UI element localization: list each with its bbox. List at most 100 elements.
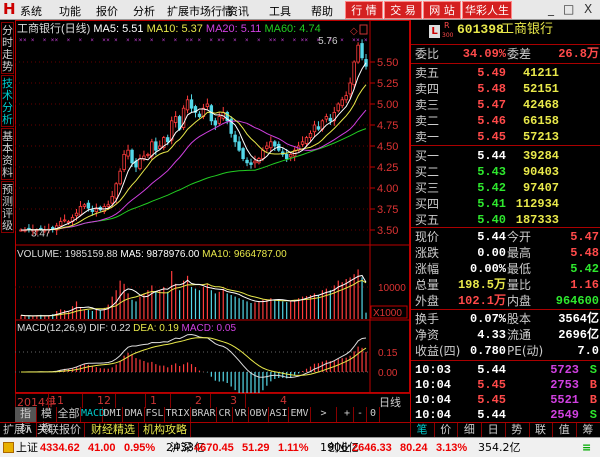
index-cy-name[interactable]: 创业	[328, 439, 350, 457]
price-tick: 5.50	[377, 57, 398, 69]
ask-volume: 57213	[522, 130, 559, 144]
indicator-tab[interactable]: 全部	[57, 407, 81, 422]
badge-n: 300	[442, 32, 454, 39]
tab-rating[interactable]: 预测评级	[1, 181, 14, 233]
ext-tab[interactable]: 关联报价	[34, 423, 85, 438]
menu-item[interactable]: 帮助	[311, 3, 333, 19]
indicator-tab[interactable]: EMV	[289, 407, 311, 422]
ext-tab[interactable]: 财经精选	[88, 423, 139, 438]
indicator-tab[interactable]: DMI	[103, 407, 123, 422]
fundamental-row: 收益(四) 0.780 PE(动) 7.0	[411, 343, 600, 359]
menu-item[interactable]: 报价	[96, 3, 118, 19]
fund-label: 净资	[415, 328, 440, 342]
ext-tab[interactable]: 机构攻略	[140, 423, 191, 438]
date-tick	[245, 394, 246, 408]
price-tick: 3.75	[377, 204, 398, 216]
minimize-button[interactable]: _	[548, 2, 554, 16]
signal-marker: ×	[126, 38, 130, 44]
ask-row: 卖五 5.49 41211	[411, 65, 600, 81]
weibi-row: 委比 34.09% 委差 26.8万	[411, 46, 600, 62]
price-tick: 5.00	[377, 99, 398, 111]
bid-label: 买三	[415, 181, 440, 195]
date-tick	[82, 394, 83, 408]
legend-ma60: MA60: 4.74	[264, 23, 320, 35]
signal-marker: ×	[209, 38, 213, 44]
signal-marker: ×	[174, 38, 178, 44]
indicator-tab[interactable]: BRAR	[191, 407, 217, 422]
indicator-tab[interactable]: 0	[367, 407, 380, 422]
status-bar: 上证 4334.62 41.00 0.95% 2433亿 沪深 4670.45 51.29 1.…	[0, 437, 600, 457]
stock-code: 601398	[457, 22, 504, 37]
tick-row: 10:04 5.44 2549 S	[411, 407, 600, 423]
fund-value: 7.0	[577, 344, 599, 358]
market-badge-icon: L	[429, 25, 440, 38]
menu-item[interactable]: 功能	[59, 3, 81, 19]
ext-tab[interactable]: 扩展∧	[0, 423, 38, 438]
tick-price: 5.45	[477, 393, 506, 407]
signal-marker: ×	[31, 38, 35, 44]
close-button[interactable]: X	[584, 2, 592, 16]
nav-button[interactable]: 行 情	[345, 1, 383, 19]
indicator-tab[interactable]: TRIX	[165, 407, 191, 422]
detail-tab[interactable]: 笔	[410, 423, 433, 438]
stat-value: 5.42	[570, 262, 599, 276]
menu-item[interactable]: 资讯	[227, 3, 249, 19]
detail-tab[interactable]: 联	[528, 423, 552, 438]
indicator-tab[interactable]: FSL	[145, 407, 165, 422]
menu-item[interactable]: 工具	[269, 3, 291, 19]
indicator-tab[interactable]: OBV	[249, 407, 269, 422]
ask-price: 5.46	[477, 114, 506, 128]
indicator-tab[interactable]: >	[311, 407, 337, 422]
stat-value: 5.44	[477, 230, 506, 244]
detail-tab[interactable]: 细	[457, 423, 480, 438]
maximize-button[interactable]: □	[563, 2, 574, 16]
tick-volume: 5521	[550, 393, 579, 407]
indicator-tab[interactable]: MACD	[81, 407, 105, 422]
indicator-tab[interactable]: DMA	[123, 407, 145, 422]
detail-tab[interactable]: 值	[552, 423, 575, 438]
indicator-tab[interactable]: 模板	[37, 407, 57, 434]
bid-label: 买一	[415, 149, 440, 163]
indicator-tab[interactable]: ASI	[269, 407, 289, 422]
nav-button[interactable]: 华彩人生	[462, 1, 512, 19]
bid-volume: 39284	[522, 149, 559, 163]
tab-intraday[interactable]: 分时走势	[1, 22, 14, 74]
tab-technical[interactable]: 技术分析	[1, 75, 14, 127]
diamond-icon[interactable]: ◇	[350, 26, 358, 37]
indicator-tab[interactable]: +	[341, 407, 354, 422]
nav-button[interactable]: 交 易	[384, 1, 422, 19]
kline-chart[interactable]: 5.50 5.25 5.00 4.75 4.50 4.25 4.00 3.75 3.50 工商银行…	[15, 20, 410, 393]
ask-price: 5.45	[477, 130, 506, 144]
macd-legend: MACD(12,26,9) DIF: 0.22 DEA: 0.19 MACD: …	[17, 323, 236, 334]
detail-tab[interactable]: 筹	[575, 423, 599, 438]
menu-item[interactable]: 扩展市场行情	[167, 3, 233, 19]
indicator-tab[interactable]: VR	[233, 407, 249, 422]
signal-marker: ×	[281, 38, 285, 44]
bid-volume: 97407	[522, 181, 559, 195]
detail-tab[interactable]: 势	[504, 423, 528, 438]
indicator-tab[interactable]: 指标	[15, 407, 37, 434]
macd-tick: 0.15	[378, 348, 398, 359]
menu-item[interactable]: 分析	[133, 3, 155, 19]
index-hs-name[interactable]: 沪深	[170, 439, 192, 457]
legend-ma5: MA5: 5.51	[93, 23, 143, 35]
stat-label: 内盘	[507, 294, 532, 308]
tab-profile[interactable]: 基本资料	[1, 128, 14, 180]
indicator-tab[interactable]: -	[354, 407, 367, 422]
menu-bar: H 系统 功能 报价 分析 扩展市场行情 资讯 工具 帮助 行 情交 易网 站华彩人生 _ □…	[0, 0, 600, 20]
tick-row: 10:03 5.44 5723 S	[411, 362, 600, 378]
tick-row: 10:04 5.45 2753 B	[411, 377, 600, 393]
stat-label: 涨跌	[415, 246, 440, 260]
nav-button[interactable]: 网 站	[423, 1, 461, 19]
indicator-tab[interactable]: CR	[217, 407, 233, 422]
network-status-icon[interactable]: ≡	[582, 439, 591, 457]
index-icon[interactable]	[3, 442, 14, 453]
date-tick	[145, 394, 146, 408]
stat-value: 198.5万	[457, 278, 506, 292]
index-sh-name[interactable]: 上证	[16, 439, 38, 457]
detail-tab[interactable]: 价	[433, 423, 457, 438]
detail-tab[interactable]: 日	[481, 423, 504, 438]
stat-row: 总量 198.5万 量比 1.16	[411, 277, 600, 293]
menu-item[interactable]: 系统	[20, 3, 42, 19]
tick-side: S	[589, 408, 597, 422]
